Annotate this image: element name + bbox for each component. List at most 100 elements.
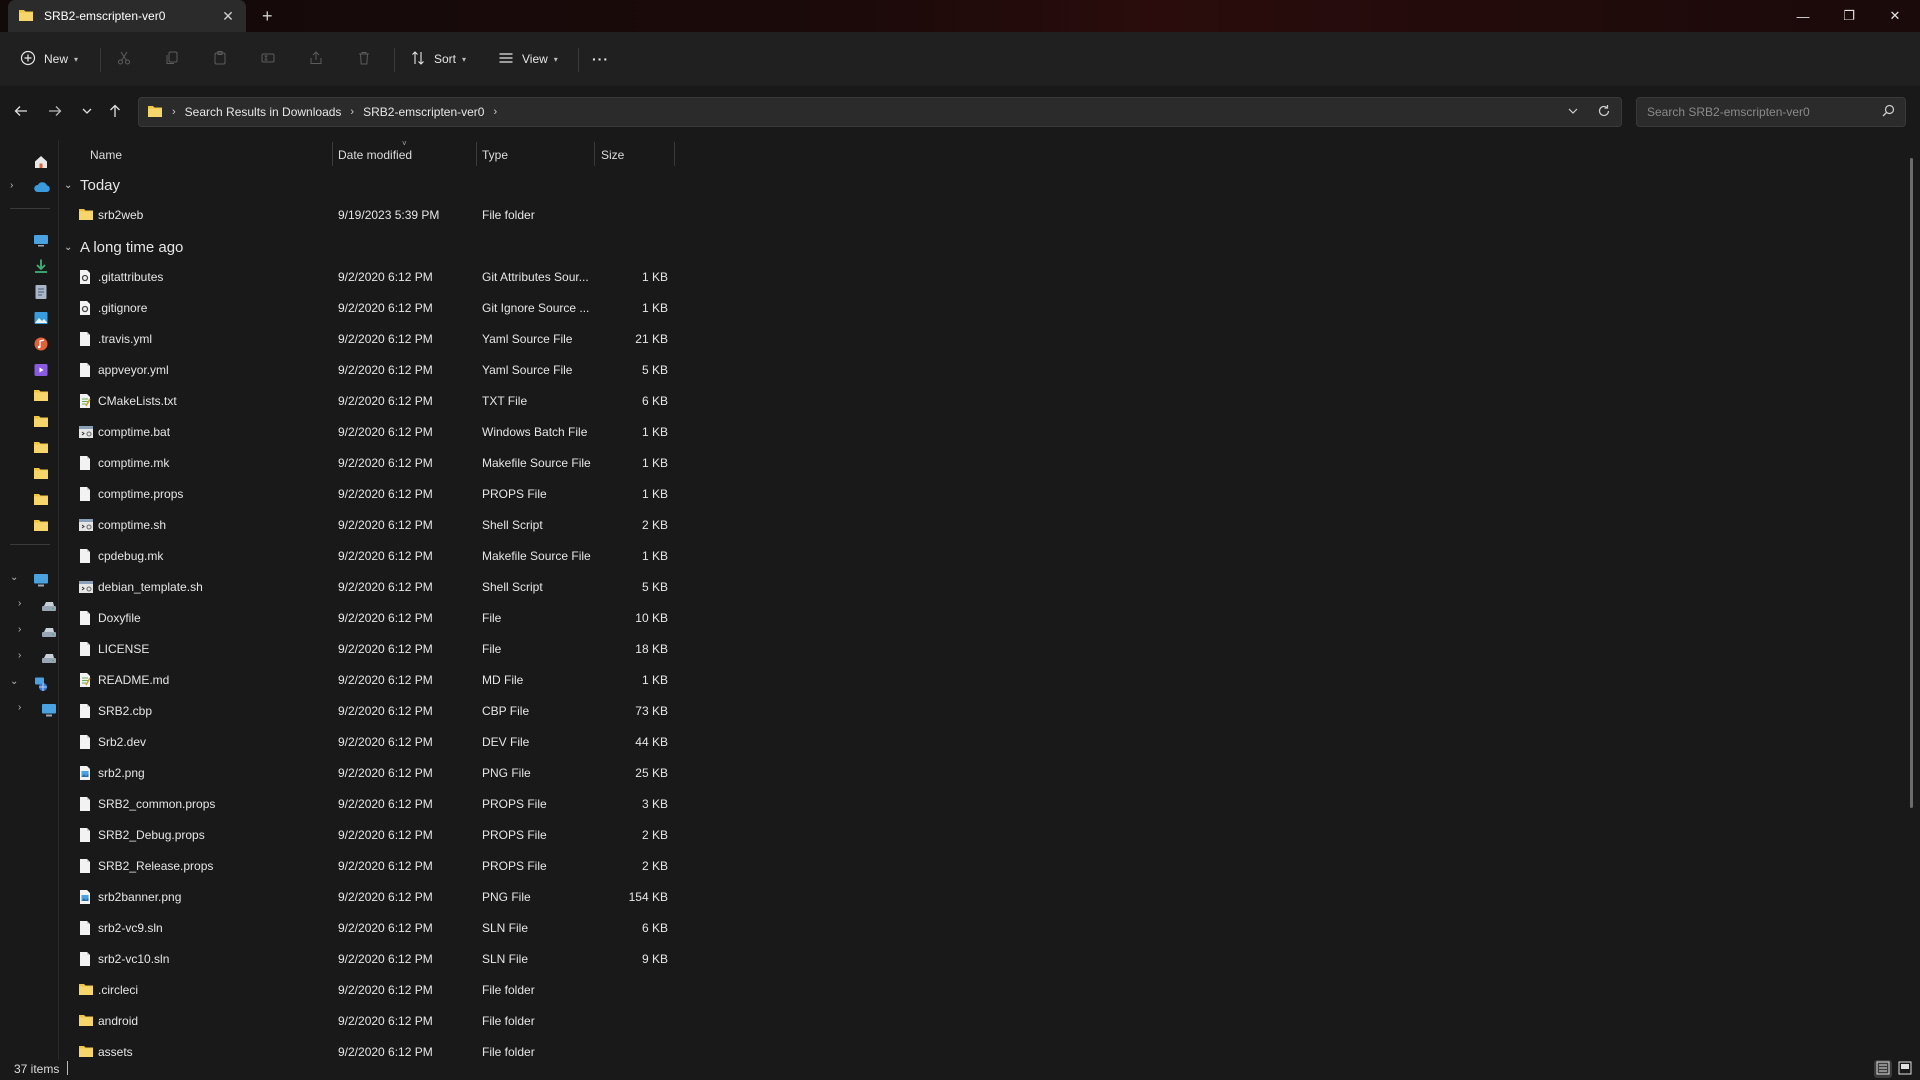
copy-icon xyxy=(164,50,180,69)
file-row[interactable]: debian_template.sh 9/2/2020 6:12 PM Shell … xyxy=(60,571,680,602)
breadcrumb-current-folder[interactable]: SRB2-emscripten-ver0 xyxy=(363,105,484,119)
file-row[interactable]: appveyor.yml 9/2/2020 6:12 PM Yaml Source … xyxy=(60,354,680,385)
forward-button[interactable] xyxy=(42,100,68,126)
file-row[interactable]: SRB2_Release.props 9/2/2020 6:12 PM PROPS … xyxy=(60,850,680,881)
more-options-button[interactable]: ··· xyxy=(592,46,609,72)
nav-item-drive[interactable]: › xyxy=(0,594,58,618)
file-row[interactable]: comptime.mk 9/2/2020 6:12 PM Makefile Sour… xyxy=(60,447,680,478)
nav-item-folder[interactable] xyxy=(0,514,58,538)
file-row[interactable]: README.md 9/2/2020 6:12 PM MD File 1 KB xyxy=(60,664,680,695)
nav-item-downloads[interactable] xyxy=(0,254,58,278)
column-resize-handle[interactable] xyxy=(674,142,675,166)
minimize-button[interactable]: — xyxy=(1780,0,1826,32)
nav-item-network[interactable]: ⌄ xyxy=(0,672,58,696)
nav-item-drive[interactable]: › xyxy=(0,646,58,670)
chevron-right-icon[interactable]: › xyxy=(10,180,13,191)
nav-item-folder[interactable] xyxy=(0,436,58,460)
column-header-size[interactable]: Size xyxy=(601,148,624,162)
file-row[interactable]: .gitattributes 9/2/2020 6:12 PM Git Attrib… xyxy=(60,261,680,292)
column-header-type[interactable]: Type xyxy=(482,148,508,162)
chevron-right-icon[interactable]: › xyxy=(18,598,21,609)
tab-close-button[interactable]: ✕ xyxy=(216,8,240,25)
details-view-button[interactable] xyxy=(1874,1060,1892,1078)
back-button[interactable] xyxy=(8,100,34,126)
file-row[interactable]: srb2.png 9/2/2020 6:12 PM PNG File 25 KB xyxy=(60,757,680,788)
up-button[interactable] xyxy=(102,100,128,126)
rename-button[interactable] xyxy=(260,46,276,72)
new-tab-button[interactable]: + xyxy=(262,6,273,27)
search-icon[interactable] xyxy=(1882,104,1895,120)
nav-item-folder[interactable] xyxy=(0,462,58,486)
close-button[interactable]: ✕ xyxy=(1872,0,1918,32)
breadcrumb-search-results[interactable]: Search Results in Downloads xyxy=(185,105,342,119)
sort-button[interactable]: Sort ▾ xyxy=(410,46,466,72)
column-header-date[interactable]: Date modified xyxy=(338,148,412,162)
chevron-right-icon[interactable]: › xyxy=(18,650,21,661)
file-row[interactable]: android 9/2/2020 6:12 PM File folder xyxy=(60,1005,680,1036)
nav-item-this-pc[interactable]: ⌄ xyxy=(0,568,58,592)
scrollbar[interactable] xyxy=(1910,158,1913,808)
chevron-right-icon[interactable]: › xyxy=(493,106,497,118)
nav-item-music[interactable] xyxy=(0,332,58,356)
search-input[interactable] xyxy=(1645,104,1882,120)
view-button[interactable]: View ▾ xyxy=(498,46,558,72)
file-row[interactable]: SRB2_common.props 9/2/2020 6:12 PM PROPS F… xyxy=(60,788,680,819)
file-row[interactable]: .gitignore 9/2/2020 6:12 PM Git Ignore Sou… xyxy=(60,292,680,323)
file-row[interactable]: srb2-vc9.sln 9/2/2020 6:12 PM SLN File 6 KB xyxy=(60,912,680,943)
chevron-down-icon[interactable]: ⌄ xyxy=(64,180,80,191)
file-row[interactable]: LICENSE 9/2/2020 6:12 PM File 18 KB xyxy=(60,633,680,664)
file-row[interactable]: .travis.yml 9/2/2020 6:12 PM Yaml Source F… xyxy=(60,323,680,354)
nav-item-folder[interactable] xyxy=(0,488,58,512)
new-button[interactable]: New ▾ xyxy=(20,46,78,72)
file-row[interactable]: comptime.props 9/2/2020 6:12 PM PROPS File… xyxy=(60,478,680,509)
copy-button[interactable] xyxy=(164,46,180,72)
cut-button[interactable] xyxy=(116,46,132,72)
chevron-right-icon[interactable]: › xyxy=(350,106,354,118)
tab-active[interactable]: SRB2-emscripten-ver0 ✕ xyxy=(8,0,246,32)
nav-item-videos[interactable] xyxy=(0,358,58,382)
restore-button[interactable]: ❐ xyxy=(1826,0,1872,32)
file-row[interactable]: comptime.sh 9/2/2020 6:12 PM Shell Script 2… xyxy=(60,509,680,540)
nav-item-desktop[interactable] xyxy=(0,228,58,252)
nav-item-drive[interactable]: › xyxy=(0,620,58,644)
group-header[interactable]: ⌄ Today xyxy=(64,172,120,198)
chevron-right-icon[interactable]: › xyxy=(18,702,21,713)
share-button[interactable] xyxy=(308,46,324,72)
nav-item-network-pc[interactable]: › xyxy=(0,698,58,722)
chevron-down-icon[interactable]: ⌄ xyxy=(10,572,18,583)
file-row[interactable]: SRB2_Debug.props 9/2/2020 6:12 PM PROPS Fi… xyxy=(60,819,680,850)
nav-item-folder[interactable] xyxy=(0,410,58,434)
file-row[interactable]: Doxyfile 9/2/2020 6:12 PM File 10 KB xyxy=(60,602,680,633)
chevron-down-icon[interactable]: ⌄ xyxy=(64,242,80,253)
column-resize-handle[interactable] xyxy=(476,142,477,166)
file-row[interactable]: comptime.bat 9/2/2020 6:12 PM Windows Batc… xyxy=(60,416,680,447)
file-row[interactable]: srb2web 9/19/2023 5:39 PM File folder xyxy=(60,199,680,230)
file-row[interactable]: srb2banner.png 9/2/2020 6:12 PM PNG File 15… xyxy=(60,881,680,912)
column-resize-handle[interactable] xyxy=(594,142,595,166)
nav-item-cloud[interactable]: › xyxy=(0,176,58,200)
file-row[interactable]: Srb2.dev 9/2/2020 6:12 PM DEV File 44 KB xyxy=(60,726,680,757)
address-bar[interactable]: › Search Results in Downloads › SRB2-ems… xyxy=(138,97,1622,127)
address-history-dropdown[interactable] xyxy=(1567,105,1579,120)
refresh-icon[interactable] xyxy=(1597,104,1611,121)
chevron-down-icon[interactable]: ⌄ xyxy=(10,676,18,687)
file-row[interactable]: cpdebug.mk 9/2/2020 6:12 PM Makefile Sourc… xyxy=(60,540,680,571)
pictures-icon xyxy=(33,310,49,326)
tiles-view-button[interactable] xyxy=(1896,1060,1914,1078)
nav-item-folder[interactable] xyxy=(0,384,58,408)
file-row[interactable]: .circleci 9/2/2020 6:12 PM File folder xyxy=(60,974,680,1005)
recent-locations-button[interactable] xyxy=(74,100,100,126)
file-row[interactable]: SRB2.cbp 9/2/2020 6:12 PM CBP File 73 KB xyxy=(60,695,680,726)
paste-button[interactable] xyxy=(212,46,228,72)
nav-item-home[interactable] xyxy=(0,150,58,174)
nav-item-pictures[interactable] xyxy=(0,306,58,330)
file-row[interactable]: CMakeLists.txt 9/2/2020 6:12 PM TXT File 6 … xyxy=(60,385,680,416)
file-size: 1 KB xyxy=(641,270,668,284)
chevron-right-icon[interactable]: › xyxy=(18,624,21,635)
column-resize-handle[interactable] xyxy=(332,142,333,166)
file-row[interactable]: srb2-vc10.sln 9/2/2020 6:12 PM SLN File 9 K… xyxy=(60,943,680,974)
group-header[interactable]: ⌄ A long time ago xyxy=(64,234,183,260)
delete-button[interactable] xyxy=(356,46,372,72)
nav-item-documents[interactable] xyxy=(0,280,58,304)
column-header-name[interactable]: Name xyxy=(90,148,122,162)
